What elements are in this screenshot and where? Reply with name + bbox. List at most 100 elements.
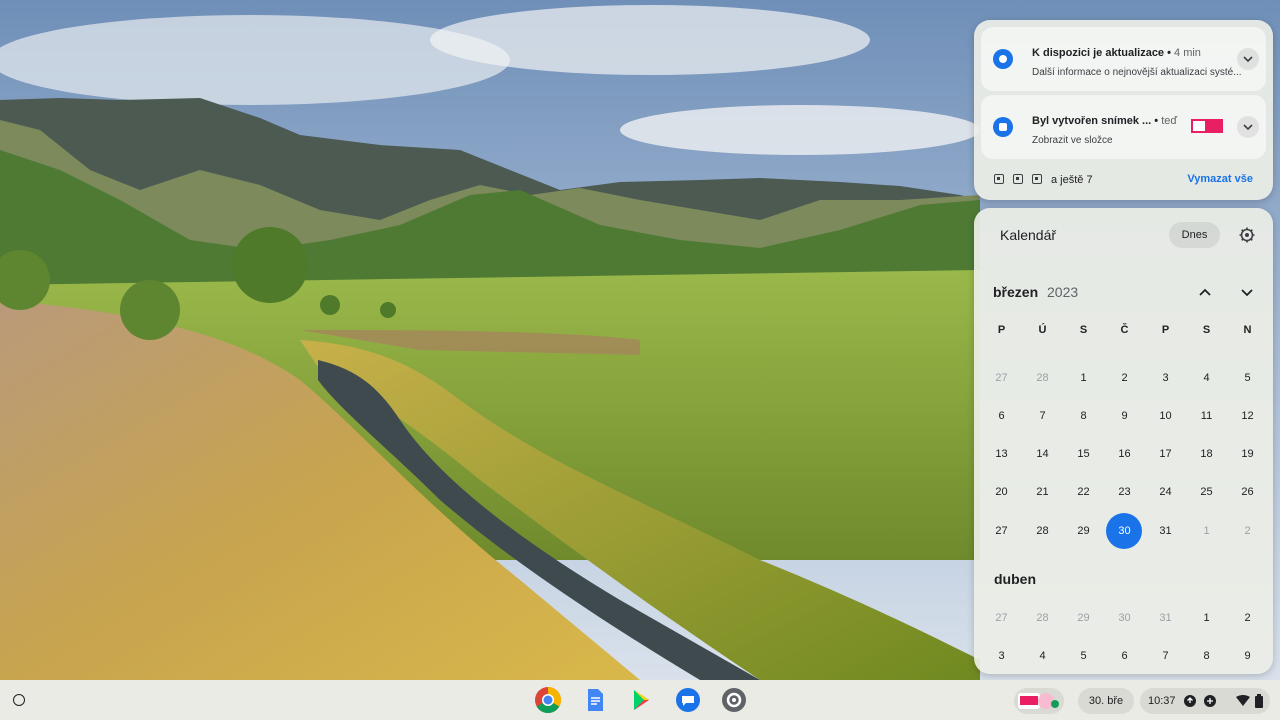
- today-button[interactable]: Dnes: [1169, 222, 1220, 248]
- calendar-day[interactable]: 4: [1022, 646, 1063, 666]
- play-store-icon[interactable]: [627, 686, 655, 714]
- system-update-icon: [993, 49, 1013, 69]
- notification-body: Další informace o nejnovější aktualizaci…: [1032, 67, 1242, 78]
- settings-icon[interactable]: [720, 686, 748, 714]
- calendar-day[interactable]: 9: [1104, 406, 1145, 426]
- calendar-day[interactable]: 10: [1145, 406, 1186, 426]
- shelf: 30. bře 10:37: [0, 680, 1280, 720]
- calendar-day[interactable]: 23: [1104, 482, 1145, 502]
- calendar-day[interactable]: 6: [1104, 646, 1145, 666]
- calendar-day[interactable]: 20: [981, 482, 1022, 502]
- calendar-day[interactable]: 7: [1022, 406, 1063, 426]
- calendar-week: 27 28 29 30 31 1 2: [981, 608, 1268, 628]
- calendar-day[interactable]: 1: [1063, 368, 1104, 388]
- calendar-day[interactable]: 5: [1063, 646, 1104, 666]
- calendar-day-selected[interactable]: 30: [1104, 513, 1145, 549]
- calendar-day[interactable]: 14: [1022, 444, 1063, 464]
- calendar-day[interactable]: 29: [1063, 608, 1104, 628]
- notification-time: teď: [1161, 115, 1178, 127]
- calendar-week: 13 14 15 16 17 18 19: [981, 444, 1268, 464]
- calendar-day[interactable]: 2: [1227, 521, 1268, 541]
- calendar-day[interactable]: 27: [981, 608, 1022, 628]
- calendar-day[interactable]: 4: [1186, 368, 1227, 388]
- calendar-day[interactable]: 1: [1186, 521, 1227, 541]
- screenshot-icon: [1032, 174, 1042, 184]
- battery-icon: [1255, 694, 1263, 708]
- calendar-day[interactable]: 26: [1227, 482, 1268, 502]
- expand-chevron-icon[interactable]: [1237, 48, 1259, 70]
- calendar-title: Kalendář: [1000, 227, 1057, 243]
- calendar-day[interactable]: 27: [981, 368, 1022, 388]
- current-month: březen: [993, 284, 1039, 300]
- wifi-icon: [1236, 695, 1250, 706]
- calendar-day[interactable]: 15: [1063, 444, 1104, 464]
- calendar-day[interactable]: 24: [1145, 482, 1186, 502]
- calendar-day[interactable]: 3: [1145, 368, 1186, 388]
- weekday-header: P Ú S Č P S N: [981, 320, 1268, 340]
- holding-space-icon[interactable]: [1014, 688, 1064, 714]
- calendar-day[interactable]: 31: [1145, 608, 1186, 628]
- screenshot-icon: [994, 174, 1004, 184]
- calendar-day[interactable]: 28: [1022, 368, 1063, 388]
- calendar-day[interactable]: 17: [1145, 444, 1186, 464]
- calendar-day[interactable]: 22: [1063, 482, 1104, 502]
- calendar-day[interactable]: 25: [1186, 482, 1227, 502]
- weekday-label: Ú: [1038, 324, 1047, 336]
- notification-center: K dispozici je aktualizace • 4 min Další…: [974, 20, 1273, 200]
- screenshot-icon: [1013, 174, 1023, 184]
- calendar-day[interactable]: 21: [1022, 482, 1063, 502]
- calendar-day[interactable]: 1: [1186, 608, 1227, 628]
- weekday-label: P: [1161, 324, 1170, 336]
- calendar-day[interactable]: 11: [1186, 406, 1227, 426]
- calendar-day[interactable]: 9: [1227, 646, 1268, 666]
- calendar-day[interactable]: 27: [981, 521, 1022, 541]
- calendar-day[interactable]: 28: [1022, 608, 1063, 628]
- notification-title: Byl vytvořen snímek ...: [1032, 115, 1152, 127]
- calendar-day[interactable]: 31: [1145, 521, 1186, 541]
- clock: 10:37: [1148, 695, 1176, 707]
- calendar-day[interactable]: 12: [1227, 406, 1268, 426]
- calendar-day[interactable]: 8: [1063, 406, 1104, 426]
- chevron-down-icon[interactable]: [1238, 284, 1256, 300]
- calendar-day[interactable]: 8: [1186, 646, 1227, 666]
- calendar-day[interactable]: 7: [1145, 646, 1186, 666]
- expand-chevron-icon[interactable]: [1237, 116, 1259, 138]
- calendar-day[interactable]: 28: [1022, 521, 1063, 541]
- calendar-day[interactable]: 6: [981, 406, 1022, 426]
- chevron-up-icon[interactable]: [1196, 284, 1214, 300]
- weekday-label: N: [1243, 324, 1252, 336]
- calendar-day[interactable]: 29: [1063, 521, 1104, 541]
- calendar-panel: Kalendář Dnes březen 2023 P Ú S Č P S N …: [974, 208, 1273, 674]
- calendar-day[interactable]: 18: [1186, 444, 1227, 464]
- calendar-day[interactable]: 19: [1227, 444, 1268, 464]
- notification-more[interactable]: a ještě 7: [994, 173, 1093, 186]
- weekday-label: P: [997, 324, 1006, 336]
- notification-body[interactable]: Zobrazit ve složce: [1032, 135, 1113, 146]
- clear-all-button[interactable]: Vymazat vše: [1187, 173, 1253, 185]
- screenshot-thumbnail[interactable]: [1187, 113, 1227, 139]
- notification-icon: [1204, 695, 1216, 707]
- calendar-week: 27 28 29 30 31 1 2: [981, 513, 1268, 549]
- calendar-day[interactable]: 2: [1227, 608, 1268, 628]
- calendar-week: 6 7 8 9 10 11 12: [981, 406, 1268, 426]
- weekday-label: Č: [1120, 324, 1129, 336]
- weekday-label: S: [1202, 324, 1211, 336]
- date-pill[interactable]: 30. bře: [1078, 688, 1134, 714]
- notification-update[interactable]: K dispozici je aktualizace • 4 min Další…: [981, 27, 1266, 91]
- current-year: 2023: [1047, 284, 1079, 300]
- chrome-icon[interactable]: [534, 686, 562, 714]
- messages-icon[interactable]: [674, 686, 702, 714]
- calendar-day[interactable]: 3: [981, 646, 1022, 666]
- calendar-week: 3 4 5 6 7 8 9: [981, 646, 1268, 666]
- notification-screenshot[interactable]: Byl vytvořen snímek ... • teď Zobrazit v…: [981, 95, 1266, 159]
- calendar-day[interactable]: 5: [1227, 368, 1268, 388]
- calendar-day[interactable]: 30: [1104, 608, 1145, 628]
- calendar-day[interactable]: 13: [981, 444, 1022, 464]
- status-area[interactable]: 10:37: [1140, 688, 1270, 714]
- screenshot-icon: [993, 117, 1013, 137]
- gear-icon[interactable]: [1238, 226, 1256, 244]
- launcher-button[interactable]: [13, 694, 25, 706]
- docs-icon[interactable]: [581, 686, 609, 714]
- calendar-day[interactable]: 2: [1104, 368, 1145, 388]
- calendar-day[interactable]: 16: [1104, 444, 1145, 464]
